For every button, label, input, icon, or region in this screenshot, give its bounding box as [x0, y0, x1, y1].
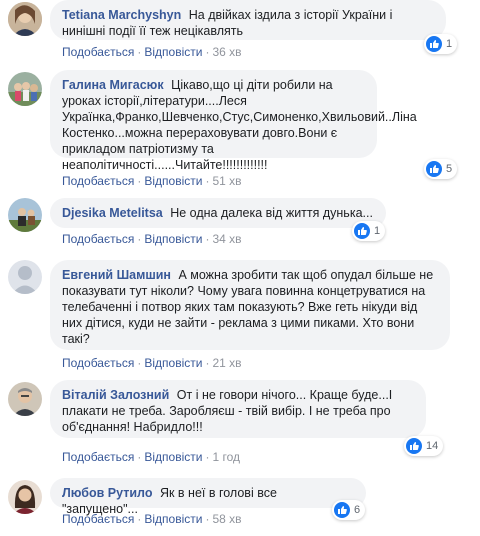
reply-link[interactable]: Відповісти — [144, 356, 202, 370]
comment-bubble: Віталій Залозний От і не говори нічого..… — [50, 380, 426, 438]
reaction-number: 5 — [446, 163, 453, 175]
comment-actions: Подобається · Відповісти · 58 хв — [62, 512, 242, 526]
avatar[interactable] — [8, 2, 42, 36]
avatar[interactable] — [8, 480, 42, 514]
reaction-count[interactable]: 5 — [424, 159, 458, 179]
reply-link[interactable]: Відповісти — [144, 450, 202, 464]
reaction-count[interactable]: 14 — [404, 436, 444, 456]
comment-time[interactable]: 51 хв — [212, 174, 241, 188]
reply-link[interactable]: Відповісти — [144, 232, 202, 246]
comment-author[interactable]: Галина Мигасюк — [62, 78, 164, 92]
comment-text: Цікаво,що ці діти робили на уроках істор… — [62, 78, 417, 172]
comment: Djesika Metelitsa Не одна далека від жит… — [0, 198, 480, 248]
comment-actions: Подобається · Відповісти · 36 хв — [62, 45, 242, 59]
avatar[interactable] — [8, 198, 42, 232]
like-link[interactable]: Подобається — [62, 45, 134, 59]
comment: Любов Рутило Як в неї в голові все "запу… — [0, 478, 480, 534]
reaction-count[interactable]: 6 — [332, 500, 366, 520]
comment-time[interactable]: 1 год — [212, 450, 240, 464]
comment-actions: Подобається · Відповісти · 1 год — [62, 450, 240, 464]
reaction-number: 1 — [374, 225, 381, 237]
like-link[interactable]: Подобається — [62, 356, 134, 370]
like-link[interactable]: Подобається — [62, 232, 134, 246]
comment-bubble: Любов Рутило Як в неї в голові все "запу… — [50, 478, 366, 516]
comment-author[interactable]: Евгений Шамшин — [62, 268, 171, 282]
reply-link[interactable]: Відповісти — [144, 174, 202, 188]
comment-author[interactable]: Любов Рутило — [62, 486, 152, 500]
reaction-number: 14 — [426, 440, 439, 452]
reply-link[interactable]: Відповісти — [144, 512, 202, 526]
thumbs-up-icon — [354, 223, 370, 239]
comment-text: Не одна далека від життя дунька... — [170, 206, 373, 220]
reaction-count[interactable]: 1 — [424, 34, 458, 54]
avatar[interactable] — [8, 382, 42, 416]
reaction-count[interactable]: 1 — [352, 221, 386, 241]
avatar[interactable] — [8, 72, 42, 106]
comment-author[interactable]: Tetiana Marchyshyn — [62, 8, 181, 22]
thumbs-up-icon — [406, 438, 422, 454]
thumbs-up-icon — [334, 502, 350, 518]
comment-actions: Подобається · Відповісти · 34 хв — [62, 232, 242, 246]
comment: Віталій Залозний От і не говори нічого..… — [0, 380, 480, 466]
comment: Евгений Шамшин А можна зробити так щоб о… — [0, 260, 480, 372]
like-link[interactable]: Подобається — [62, 512, 134, 526]
comment-author[interactable]: Djesika Metelitsa — [62, 206, 163, 220]
thumbs-up-icon — [426, 36, 442, 52]
comment-actions: Подобається · Відповісти · 51 хв — [62, 174, 242, 188]
comment-bubble: Djesika Metelitsa Не одна далека від жит… — [50, 198, 386, 228]
comment-time[interactable]: 21 хв — [212, 356, 241, 370]
comment-bubble: Tetiana Marchyshyn На двійках іздила з і… — [50, 0, 446, 40]
reply-link[interactable]: Відповісти — [144, 45, 202, 59]
reaction-number: 1 — [446, 38, 453, 50]
like-link[interactable]: Подобається — [62, 450, 134, 464]
comment-author[interactable]: Віталій Залозний — [62, 388, 169, 402]
comment-actions: Подобається · Відповісти · 21 хв — [62, 356, 242, 370]
comment-bubble: Галина Мигасюк Цікаво,що ці діти робили … — [50, 70, 417, 172]
like-link[interactable]: Подобається — [62, 174, 134, 188]
thumbs-up-icon — [426, 161, 442, 177]
comment: Галина Мигасюк Цікаво,що ці діти робили … — [0, 70, 480, 190]
comment: Tetiana Marchyshyn На двійках іздила з і… — [0, 0, 480, 64]
comment-time[interactable]: 36 хв — [212, 45, 241, 59]
comment-time[interactable]: 34 хв — [212, 232, 241, 246]
avatar[interactable] — [8, 260, 42, 294]
comment-bubble: Евгений Шамшин А можна зробити так щоб о… — [50, 260, 450, 350]
comment-time[interactable]: 58 хв — [212, 512, 241, 526]
reaction-number: 6 — [354, 504, 361, 516]
